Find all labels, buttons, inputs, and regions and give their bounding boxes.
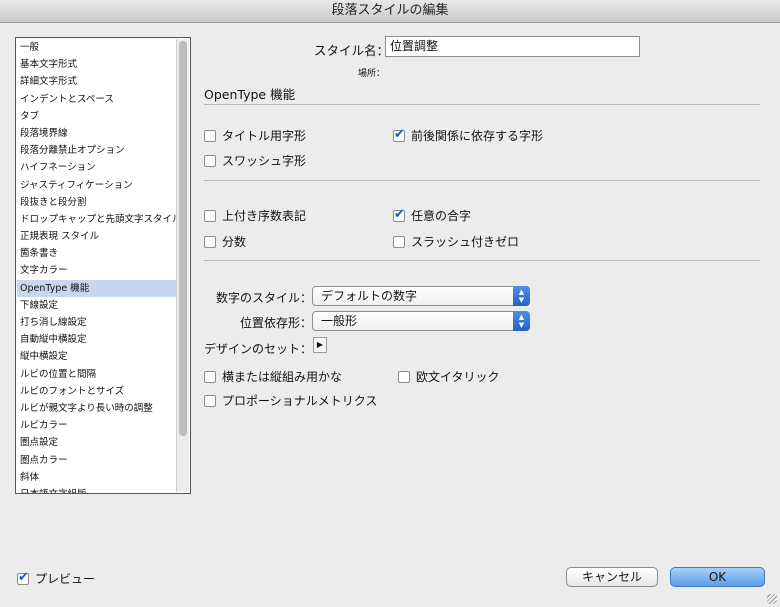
swash-checkbox-box[interactable] <box>204 154 216 167</box>
list-item[interactable]: ジャスティフィケーション <box>17 177 177 194</box>
list-item[interactable]: 縦中横設定 <box>17 348 177 365</box>
swash-checkbox[interactable]: スワッシュ字形 <box>204 152 306 169</box>
list-item[interactable]: 自動縦中横設定 <box>17 331 177 348</box>
preview-checkbox-box[interactable] <box>17 570 29 585</box>
roman-italic-checkbox-box[interactable] <box>398 370 410 383</box>
cancel-button[interactable]: キャンセル <box>566 567 658 587</box>
list-item[interactable]: ルビカラー <box>17 417 177 434</box>
ordinal-checkbox[interactable]: 上付き序数表記 <box>204 207 306 224</box>
list-scroll-thumb[interactable] <box>179 41 187 436</box>
list-item[interactable]: 日本語文字組版 <box>17 486 177 493</box>
ordinal-checkbox-box[interactable] <box>204 209 216 222</box>
vertical-kana-label: 横または縦組み用かな <box>222 370 343 384</box>
separator <box>204 104 760 105</box>
positional-form-select[interactable]: 一般形 ▲ ▼ <box>312 311 530 331</box>
list-item[interactable]: ハイフネーション <box>17 159 177 176</box>
slashed-zero-checkbox-box[interactable] <box>393 235 405 248</box>
stylistic-sets-popup-button[interactable]: ▶ <box>313 337 327 353</box>
ordinal-label: 上付き序数表記 <box>222 209 307 223</box>
select-arrows-icon: ▲ ▼ <box>513 311 530 331</box>
titling-label: タイトル用字形 <box>222 129 307 143</box>
stylistic-sets-label: デザインのセット： <box>204 342 313 356</box>
select-arrows-icon: ▲ ▼ <box>513 286 530 306</box>
list-item[interactable]: 下線設定 <box>17 297 177 314</box>
style-name-label: スタイル名： <box>314 43 390 58</box>
titling-checkbox[interactable]: タイトル用字形 <box>204 127 306 144</box>
window-title: 段落スタイルの編集 <box>0 0 780 23</box>
list-item[interactable]: 詳細文字形式 <box>17 73 177 90</box>
figure-style-label: 数字のスタイル： <box>216 291 313 305</box>
list-item[interactable]: 圏点カラー <box>17 452 177 469</box>
preview-label: プレビュー <box>35 572 96 586</box>
fractions-label: 分数 <box>222 235 247 249</box>
list-item[interactable]: 段落境界線 <box>17 125 177 142</box>
proportional-checkbox-box[interactable] <box>204 394 216 407</box>
style-name-input[interactable]: 位置調整 <box>385 36 640 57</box>
separator <box>204 260 760 261</box>
category-list-items: 一般 基本文字形式 詳細文字形式 インデントとスペース タブ 段落境界線 段落分離禁止オプシ… <box>17 39 177 493</box>
vertical-kana-checkbox-box[interactable] <box>204 370 216 383</box>
fractions-checkbox-box[interactable] <box>204 235 216 248</box>
figure-style-select[interactable]: デフォルトの数字 ▲ ▼ <box>312 286 530 306</box>
triangle-right-icon: ▶ <box>316 340 324 349</box>
list-item[interactable]: 正規表現 スタイル <box>17 228 177 245</box>
resize-grip-icon[interactable] <box>767 594 777 604</box>
roman-italic-checkbox[interactable]: 欧文イタリック <box>398 368 500 385</box>
list-item[interactable]: 一般 <box>17 39 177 56</box>
list-item[interactable]: 斜体 <box>17 469 177 486</box>
discretionary-label: 任意の合字 <box>411 209 472 223</box>
list-item[interactable]: 箇条書き <box>17 245 177 262</box>
contextual-checkbox[interactable]: 前後関係に依存する字形 <box>393 127 543 144</box>
list-item[interactable]: 段落分離禁止オプション <box>17 142 177 159</box>
list-item[interactable]: インデントとスペース <box>17 91 177 108</box>
list-item[interactable]: ドロップキャップと先頭文字スタイル <box>17 211 177 228</box>
contextual-label: 前後関係に依存する字形 <box>411 129 544 143</box>
fractions-checkbox[interactable]: 分数 <box>204 233 246 250</box>
section-title: OpenType 機能 <box>204 87 296 102</box>
list-item[interactable]: 段抜きと段分割 <box>17 194 177 211</box>
list-scrollbar[interactable] <box>176 39 189 492</box>
positional-form-label: 位置依存形： <box>240 316 313 330</box>
list-item[interactable]: 打ち消し線設定 <box>17 314 177 331</box>
slashed-zero-checkbox[interactable]: スラッシュ付きゼロ <box>393 233 519 250</box>
list-item[interactable]: OpenType 機能 <box>17 279 177 297</box>
ok-button[interactable]: OK <box>670 567 765 587</box>
list-item[interactable]: ルビが親文字より長い時の調整 <box>17 400 177 417</box>
list-item[interactable]: ルビのフォントとサイズ <box>17 383 177 400</box>
separator <box>204 180 760 181</box>
swash-label: スワッシュ字形 <box>222 154 307 168</box>
proportional-metrics-checkbox[interactable]: プロポーショナルメトリクス <box>204 392 377 409</box>
proportional-label: プロポーショナルメトリクス <box>222 394 378 408</box>
roman-italic-label: 欧文イタリック <box>416 370 500 384</box>
list-item[interactable]: 文字カラー <box>17 262 177 279</box>
category-list[interactable]: 一般 基本文字形式 詳細文字形式 インデントとスペース タブ 段落境界線 段落分離禁止オプシ… <box>15 37 191 494</box>
list-item[interactable]: ルビの位置と間隔 <box>17 366 177 383</box>
list-item[interactable]: 圏点設定 <box>17 434 177 451</box>
discretionary-checkbox-box[interactable] <box>393 207 405 222</box>
contextual-checkbox-box[interactable] <box>393 127 405 142</box>
slashed-zero-label: スラッシュ付きゼロ <box>411 235 520 249</box>
titling-checkbox-box[interactable] <box>204 129 216 142</box>
list-item[interactable]: タブ <box>17 108 177 125</box>
list-item[interactable]: 基本文字形式 <box>17 56 177 73</box>
positional-form-value: 一般形 <box>321 314 358 328</box>
figure-style-value: デフォルトの数字 <box>321 289 418 303</box>
location-label: 場所： <box>358 69 386 79</box>
preview-checkbox[interactable]: プレビュー <box>17 570 95 587</box>
vertical-kana-checkbox[interactable]: 横または縦組み用かな <box>204 368 342 385</box>
discretionary-ligatures-checkbox[interactable]: 任意の合字 <box>393 207 471 224</box>
